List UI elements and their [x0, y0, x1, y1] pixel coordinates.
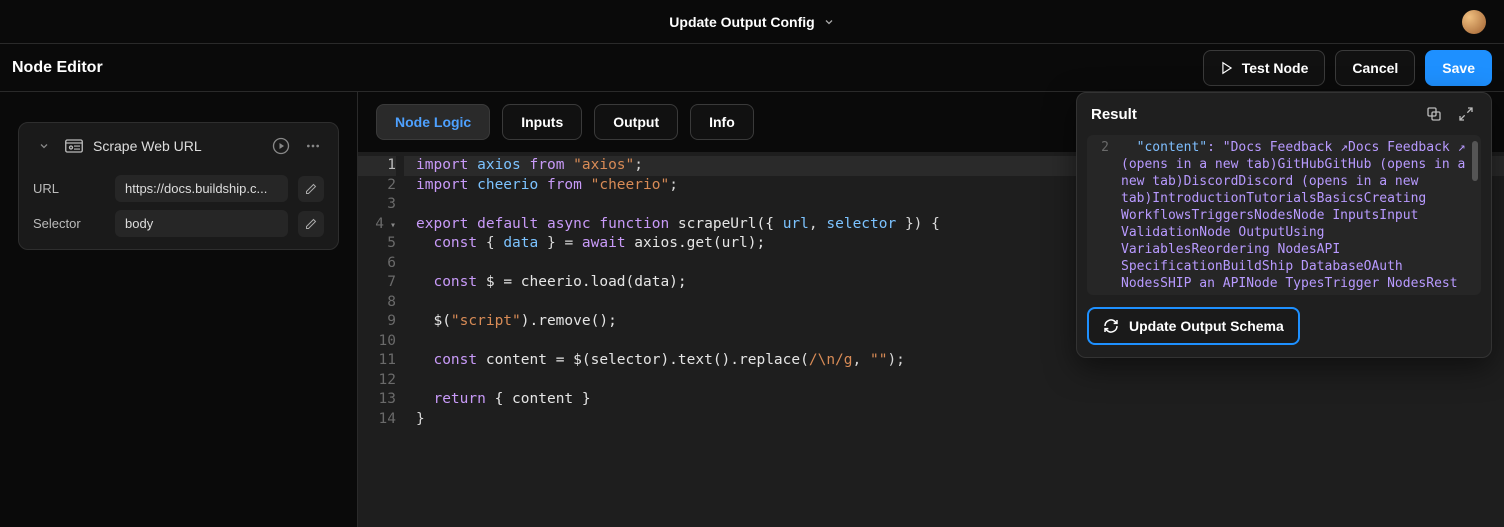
editor-pane: Node Logic Inputs Output Info 1 2 3 4 5 … [358, 92, 1504, 527]
result-footer: Update Output Schema [1077, 295, 1491, 357]
line-number-gutter: 1 2 3 4 5 6 7 8 9 10 11 12 13 14 [358, 152, 404, 527]
result-scrollbar[interactable] [1472, 141, 1478, 181]
node-card-header: Scrape Web URL [33, 135, 324, 167]
url-input[interactable]: https://docs.buildship.c... [115, 175, 288, 202]
more-menu-button[interactable] [302, 135, 324, 157]
node-card: Scrape Web URL URL https://docs.buildshi… [18, 122, 339, 250]
url-label: URL [33, 181, 105, 196]
result-line-number: 2 [1087, 139, 1109, 156]
expand-icon[interactable] [1455, 103, 1477, 125]
result-line-gutter: 2 [1087, 135, 1117, 295]
copy-icon[interactable] [1423, 103, 1445, 125]
page-title: Node Editor [12, 59, 103, 77]
result-title: Result [1091, 106, 1413, 123]
refresh-icon [1103, 318, 1119, 334]
update-schema-label: Update Output Schema [1129, 318, 1284, 334]
tab-node-logic-label: Node Logic [395, 114, 471, 130]
edit-url-button[interactable] [298, 176, 324, 202]
code-line: return { content } [416, 390, 1504, 410]
update-output-schema-button[interactable]: Update Output Schema [1087, 307, 1300, 345]
cancel-button[interactable]: Cancel [1335, 50, 1415, 86]
sidebar: Scrape Web URL URL https://docs.buildshi… [0, 92, 358, 527]
code-line: } [416, 410, 1504, 430]
tab-info[interactable]: Info [690, 104, 754, 140]
topbar-title-dropdown[interactable]: Update Output Config [669, 14, 834, 30]
selector-label: Selector [33, 216, 105, 231]
line-number: 11 [358, 351, 396, 371]
page-header: Node Editor Test Node Cancel Save [0, 44, 1504, 92]
result-content: "content": "Docs Feedback ↗Docs Feedback… [1117, 135, 1481, 295]
tab-output[interactable]: Output [594, 104, 678, 140]
tab-output-label: Output [613, 114, 659, 130]
save-button[interactable]: Save [1425, 50, 1492, 86]
result-header: Result [1077, 93, 1491, 135]
avatar[interactable] [1462, 10, 1486, 34]
line-number: 4 [358, 215, 396, 235]
topbar-title: Update Output Config [669, 14, 814, 30]
test-node-button[interactable]: Test Node [1203, 50, 1326, 86]
line-number: 2 [358, 176, 396, 196]
tab-info-label: Info [709, 114, 735, 130]
top-bar: Update Output Config [0, 0, 1504, 44]
tab-inputs[interactable]: Inputs [502, 104, 582, 140]
line-number: 8 [358, 293, 396, 313]
chevron-down-icon [823, 16, 835, 28]
node-title: Scrape Web URL [93, 138, 260, 154]
collapse-toggle[interactable] [33, 135, 55, 157]
line-number: 13 [358, 390, 396, 410]
browser-icon [65, 139, 83, 153]
line-number: 7 [358, 273, 396, 293]
result-panel: Result 2 "content": "Docs Feedback ↗Docs… [1076, 92, 1492, 358]
edit-selector-button[interactable] [298, 211, 324, 237]
line-number: 3 [358, 195, 396, 215]
test-node-label: Test Node [1242, 60, 1309, 76]
header-actions: Test Node Cancel Save [1203, 50, 1492, 86]
tab-inputs-label: Inputs [521, 114, 563, 130]
save-label: Save [1442, 60, 1475, 76]
code-line [416, 371, 1504, 391]
line-number: 14 [358, 410, 396, 430]
selector-input[interactable]: body [115, 210, 288, 237]
field-row-url: URL https://docs.buildship.c... [33, 175, 324, 202]
tab-node-logic[interactable]: Node Logic [376, 104, 490, 140]
play-icon [1220, 61, 1234, 75]
result-body[interactable]: 2 "content": "Docs Feedback ↗Docs Feedba… [1087, 135, 1481, 295]
line-number: 10 [358, 332, 396, 352]
run-node-button[interactable] [270, 135, 292, 157]
cancel-label: Cancel [1352, 60, 1398, 76]
user-avatar-area [1462, 10, 1486, 34]
line-number: 12 [358, 371, 396, 391]
line-number: 5 [358, 234, 396, 254]
line-number: 1 [358, 156, 396, 176]
line-number: 9 [358, 312, 396, 332]
main-area: Scrape Web URL URL https://docs.buildshi… [0, 92, 1504, 527]
field-row-selector: Selector body [33, 210, 324, 237]
line-number: 6 [358, 254, 396, 274]
